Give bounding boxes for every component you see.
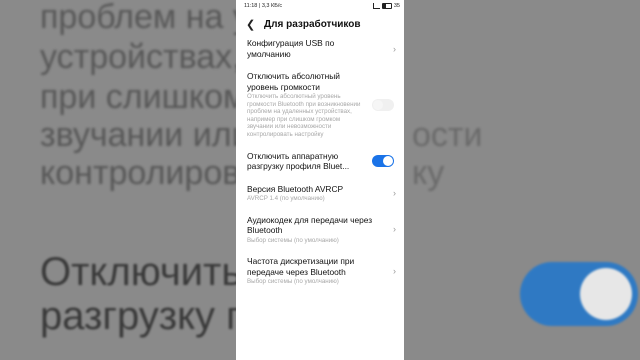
setting-subtitle: AVRCP 1.4 (по умолчанию) [247, 195, 325, 203]
app-header: ❮ Для разработчиков [236, 12, 404, 36]
setting-sample-rate[interactable]: Частота дискретизации при передаче через… [247, 256, 396, 286]
setting-absolute-volume[interactable]: Отключить абсолютный уровень громкости О… [247, 71, 394, 139]
chevron-right-icon: › [393, 224, 396, 235]
setting-title: Частота дискретизации при передаче через… [247, 256, 355, 277]
background-line: при слишком [40, 78, 247, 116]
background-fragment: ку [412, 154, 445, 192]
chevron-right-icon: › [393, 266, 396, 277]
setting-title: Отключить аппаратную разгрузку профиля B… [247, 150, 350, 172]
status-icons: 35 [372, 3, 400, 9]
setting-title: Версия Bluetooth AVRCP [247, 183, 344, 194]
arrow-left-icon[interactable]: ❮ [246, 18, 264, 31]
setting-subtitle: Выбор системы (по умолчанию) [247, 236, 339, 244]
battery-icon [381, 3, 392, 9]
setting-audio-codec[interactable]: Аудиокодек для передачи через Bluetooth … [247, 214, 396, 245]
chevron-right-icon: › [393, 188, 396, 199]
background-line: контролирова [40, 154, 259, 192]
status-time: 11:18 | 3,3 КБ/с [244, 3, 283, 9]
setting-title: Отключить абсолютный уровень громкости [247, 71, 340, 92]
chevron-right-icon: › [393, 43, 396, 54]
setting-avrcp-version[interactable]: Версия Bluetooth AVRCP AVRCP 1.4 (по умо… [247, 183, 396, 203]
setting-title: Аудиокодек для передачи через Bluetooth [247, 214, 373, 236]
setting-usb-config[interactable]: Конфигурация USB по умолчанию › [247, 38, 396, 59]
battery-level: 35 [393, 3, 400, 9]
page-title: Для разработчиков [264, 18, 361, 30]
background-fragment: ости [412, 116, 483, 154]
phone-screen: 11:18 | 3,3 КБ/с 35 ❮ Для разработчиков … [236, 0, 404, 360]
signal-icon [372, 3, 380, 9]
toggle-switch[interactable] [372, 98, 394, 111]
status-bar: 11:18 | 3,3 КБ/с 35 [236, 0, 404, 12]
setting-hardware-offload[interactable]: Отключить аппаратную разгрузку профиля B… [247, 151, 394, 172]
setting-title: Конфигурация USB по умолчанию [247, 38, 335, 59]
setting-subtitle: Выбор системы (по умолчанию) [247, 278, 339, 286]
toggle-switch[interactable] [372, 155, 394, 168]
background-toggle [520, 262, 638, 326]
setting-subtitle: Отключить абсолютный уровень громкости B… [247, 93, 361, 138]
background-line: звучании или [40, 116, 251, 154]
settings-list: Конфигурация USB по умолчанию › Отключит… [236, 38, 404, 286]
